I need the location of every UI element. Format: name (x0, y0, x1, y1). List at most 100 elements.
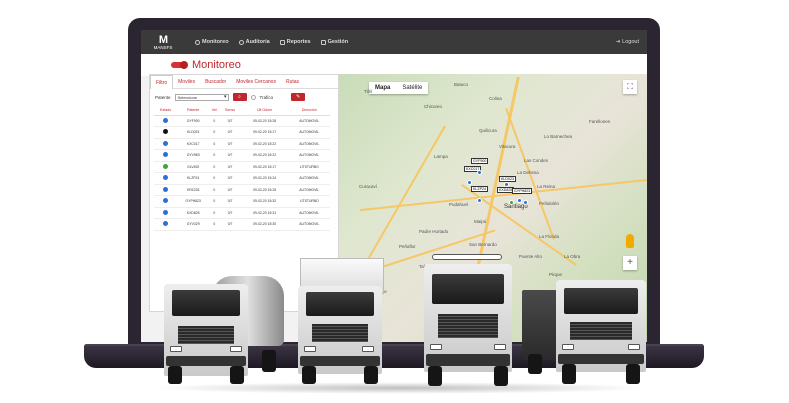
logout-button[interactable]: ⇥ Logout (616, 39, 639, 45)
vehicle-marker[interactable] (477, 198, 482, 203)
truck-grille (312, 324, 368, 342)
table-row[interactable]: GLV492 0 0/7 09-02-20 15:17 LITSTURBO (154, 161, 330, 173)
table-row[interactable]: KLD023 0 0/7 09-02-20 15:17 AUTOMOVIL (154, 126, 330, 139)
vehicle-plate-label[interactable]: GYF900 (471, 158, 489, 164)
table-row[interactable]: GYPH823 0 0/7 09-02-20 15:32 LITSTURBO (154, 195, 330, 208)
logo-mark: M (158, 33, 168, 46)
vehicle-marker[interactable] (477, 170, 482, 175)
tab-filtro[interactable]: Filtro (150, 74, 174, 89)
truck-headlight (494, 344, 506, 350)
truck-wheel (428, 366, 442, 386)
truck-grille (570, 322, 632, 340)
table-row[interactable]: GYV329 0 0/7 09-02-20 15:30 AUTOMOVIL (154, 218, 330, 231)
senso-cell: 0/7 (219, 149, 241, 162)
vel-cell: 0 (209, 195, 220, 208)
fecha-cell: 09-02-20 15:22 (240, 138, 289, 150)
truck-headlight (628, 344, 640, 350)
vehicle-plate-label[interactable]: KLD023 (499, 176, 516, 182)
clear-button[interactable]: ✎ (291, 93, 306, 101)
col-ult-odom[interactable]: Ult Odom (240, 105, 289, 116)
nav-monitoreo[interactable]: Monitoreo (195, 39, 229, 45)
truck-wheel (364, 366, 378, 384)
patente-label: Patente (155, 94, 171, 100)
fullscreen-icon: ⛶ (627, 82, 633, 91)
map-place-label: Vitacura (499, 144, 516, 149)
tab-moviles-cercanos[interactable]: Moviles Cercanos (231, 75, 281, 89)
nav-gestion[interactable]: Gestión (320, 39, 348, 45)
senso-cell: 0/7 (219, 115, 241, 127)
senso-cell: 0/7 (219, 218, 241, 231)
vel-cell: 0 (209, 115, 220, 127)
patente-cell: GYV983 (177, 149, 210, 162)
street-view-pegman-icon[interactable] (626, 234, 634, 248)
table-row[interactable]: KXD825 0 0/7 09-02-20 15:31 AUTOMOVIL (154, 207, 330, 219)
fecha-cell: 09-02-20 15:32 (240, 195, 289, 208)
direccion-cell: AUTOMOVIL (288, 172, 330, 185)
eraser-icon: ✎ (296, 94, 301, 100)
fecha-cell: 09-02-20 15:24 (240, 172, 289, 185)
search-button[interactable]: ⌕ (232, 93, 247, 101)
truck-headlight (430, 344, 442, 350)
tab-buscador[interactable]: Buscador (200, 75, 231, 89)
status-dot-icon (163, 209, 169, 215)
status-cell (154, 184, 178, 196)
status-dot-icon (163, 129, 169, 135)
fecha-cell: 09-02-20 15:22 (240, 149, 289, 162)
roof-light-bar (432, 254, 502, 260)
vehicle-marker[interactable] (504, 182, 509, 187)
vehicle-marker[interactable] (517, 198, 522, 203)
vel-cell: 0 (209, 184, 220, 196)
zoom-in-button[interactable]: + (623, 256, 637, 270)
truck-grille (178, 326, 234, 344)
vehicle-marker[interactable] (467, 180, 472, 185)
truck-wheel (528, 354, 542, 374)
vehicle-marker[interactable] (509, 200, 514, 205)
truck-wheel (562, 364, 576, 384)
tab-rutas[interactable]: Rutas (281, 75, 304, 89)
status-dot-icon (163, 140, 169, 146)
map-type-satelite[interactable]: Satélite (396, 82, 428, 94)
senso-cell: 0/7 (219, 184, 241, 196)
col-patente[interactable]: Patente (177, 105, 210, 116)
table-row[interactable]: GYV983 0 0/7 09-02-20 15:22 AUTOMOVIL (154, 149, 330, 162)
direccion-cell: AUTOMOVIL (288, 115, 330, 127)
col-estado[interactable]: Estado (154, 105, 178, 116)
truck-headlight (304, 346, 316, 352)
col-direccion[interactable]: Dirección (288, 105, 330, 116)
map-place-label: Puente Alto (519, 254, 543, 259)
nav-auditoria[interactable]: Auditoria (238, 39, 270, 45)
page-title: Monitoreo (192, 59, 241, 71)
fullscreen-button[interactable]: ⛶ (623, 80, 637, 94)
trafico-checkbox[interactable] (250, 94, 256, 100)
table-row[interactable]: KRZ233 0 0/7 09-02-20 15:25 AUTOMOVIL (154, 184, 330, 196)
product-hero: M MANSFS Monitoreo Auditoria Reportes Ge… (0, 0, 789, 403)
map-place-label: Tiltil (364, 89, 372, 94)
vehicle-plate-label[interactable]: GYPH823 (512, 188, 533, 194)
table-row[interactable]: KXC017 0 0/7 09-02-20 15:22 AUTOMOVIL (154, 138, 330, 150)
logo-text: MANSFS (153, 44, 173, 50)
nav-reportes[interactable]: Reportes (279, 39, 311, 45)
patente-select[interactable]: Seleccione (174, 93, 229, 101)
table-row[interactable]: GYF900 0 0/7 09-02-20 15:28 AUTOMOVIL (154, 115, 330, 127)
status-cell (154, 218, 178, 231)
senso-cell: 0/7 (219, 172, 241, 185)
map-place-label: Lo Barnechea (544, 134, 573, 139)
senso-cell: 0/7 (219, 138, 241, 150)
vel-cell: 0 (209, 138, 220, 150)
status-dot-icon (163, 175, 169, 181)
clipboard-icon (320, 39, 326, 45)
truck-bumper (300, 356, 380, 366)
tab-moviles[interactable]: Moviles (173, 75, 200, 89)
fecha-cell: 09-02-20 15:17 (240, 126, 289, 139)
col-vel[interactable]: Vel (209, 105, 220, 116)
direccion-cell: AUTOMOVIL (288, 218, 330, 231)
table-row[interactable]: KLZP24 0 0/7 09-02-20 15:24 AUTOMOVIL (154, 172, 330, 185)
search-icon: ⌕ (238, 94, 241, 100)
vehicle-plate-label[interactable]: KLZP24 (471, 186, 488, 192)
brand-logo[interactable]: M MANSFS (141, 30, 185, 54)
col-senso[interactable]: Senso (219, 105, 241, 116)
panel-toggle[interactable] (171, 61, 188, 69)
vehicle-marker[interactable] (523, 200, 528, 205)
map-type-mapa[interactable]: Mapa (369, 82, 396, 94)
status-cell (154, 138, 178, 150)
